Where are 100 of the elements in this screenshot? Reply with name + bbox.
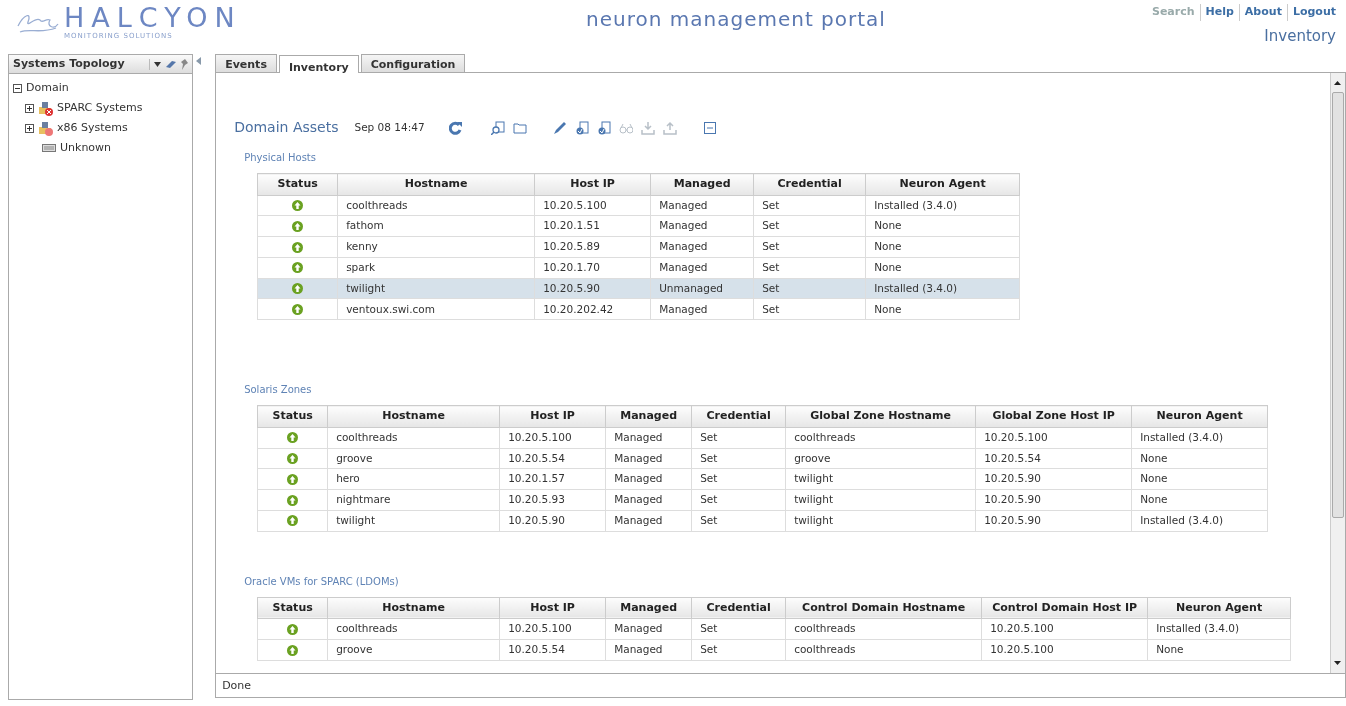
tree-item[interactable]: Unknown bbox=[60, 139, 112, 157]
tree-item[interactable]: SPARC Systems bbox=[57, 99, 143, 117]
table-cell: 10.20.5.90 bbox=[975, 510, 1132, 532]
pencil-icon[interactable] bbox=[552, 120, 567, 135]
table-cell: Set bbox=[753, 215, 866, 237]
table-cell: 10.20.5.54 bbox=[499, 448, 606, 469]
scroll-thumb[interactable] bbox=[1332, 92, 1344, 518]
column-header[interactable]: Hostname bbox=[327, 597, 500, 619]
table-cell: ventoux.swi.com bbox=[337, 299, 535, 320]
column-header[interactable]: Status bbox=[257, 173, 338, 195]
column-header[interactable]: Neuron Agent bbox=[1131, 405, 1268, 428]
document-check-icon[interactable] bbox=[574, 120, 589, 135]
page-name: Inventory bbox=[1263, 25, 1336, 47]
table-cell: None bbox=[1147, 639, 1291, 661]
column-header[interactable]: Managed bbox=[605, 597, 692, 619]
section-title: Oracle VMs for SPARC (LDOMs) bbox=[244, 574, 400, 589]
column-header[interactable]: Credential bbox=[691, 597, 786, 619]
table-cell: fathom bbox=[337, 215, 535, 237]
table-cell: coolthreads bbox=[327, 618, 500, 640]
expand-toggle-icon[interactable] bbox=[25, 103, 34, 113]
column-header[interactable]: Managed bbox=[650, 173, 754, 195]
table-cell: Set bbox=[753, 195, 866, 216]
collapse-toggle-icon[interactable] bbox=[13, 83, 22, 93]
tab[interactable]: Events bbox=[215, 54, 277, 72]
scrollbar[interactable] bbox=[1330, 73, 1345, 673]
section-heading: Domain Assets bbox=[234, 118, 339, 137]
table-cell: groove bbox=[327, 639, 500, 661]
table-cell: 10.20.5.100 bbox=[499, 618, 606, 640]
header-link[interactable]: Logout bbox=[1286, 4, 1336, 21]
column-header[interactable]: Control Domain Hostname bbox=[785, 597, 982, 619]
tree-item[interactable]: x86 Systems bbox=[57, 119, 128, 137]
tab[interactable]: Inventory bbox=[278, 55, 359, 73]
column-header[interactable]: Control Domain Host IP bbox=[981, 597, 1148, 619]
table-cell: 10.20.1.57 bbox=[499, 468, 606, 490]
table-cell: None bbox=[1131, 468, 1268, 490]
table-cell: Managed bbox=[650, 215, 754, 237]
column-header[interactable]: Host IP bbox=[499, 597, 606, 619]
column-header[interactable]: Credential bbox=[753, 173, 866, 195]
table-cell: coolthreads bbox=[327, 427, 500, 449]
table-cell: Managed bbox=[605, 468, 692, 490]
table-cell: None bbox=[865, 257, 1020, 279]
table-cell: Managed bbox=[605, 427, 692, 449]
document-check-icon[interactable] bbox=[596, 120, 611, 135]
table-cell: coolthreads bbox=[337, 195, 535, 216]
table-cell: 10.20.5.90 bbox=[975, 489, 1132, 511]
column-header[interactable]: Host IP bbox=[499, 405, 606, 428]
table-cell: coolthreads bbox=[785, 618, 982, 640]
table-cell: twilight bbox=[327, 510, 500, 532]
table-cell: Managed bbox=[650, 236, 754, 258]
column-header[interactable]: Hostname bbox=[327, 405, 500, 428]
timestamp: Sep 08 14:47 bbox=[354, 119, 425, 135]
table-cell: spark bbox=[337, 257, 535, 279]
table-cell: 10.20.5.100 bbox=[499, 427, 606, 449]
column-header[interactable]: Global Zone Host IP bbox=[975, 405, 1132, 428]
table-cell: 10.20.5.100 bbox=[981, 639, 1148, 661]
table-cell: hero bbox=[327, 468, 500, 490]
collapse-arrow-icon[interactable] bbox=[196, 57, 202, 65]
caret-icon[interactable] bbox=[154, 61, 162, 67]
refresh-icon[interactable] bbox=[448, 120, 463, 135]
table-cell: 10.20.5.90 bbox=[499, 510, 606, 532]
table-cell: groove bbox=[327, 448, 500, 469]
table-cell: Installed (3.4.0) bbox=[1147, 618, 1291, 640]
table-cell: 10.20.1.70 bbox=[534, 257, 651, 279]
column-header[interactable]: Neuron Agent bbox=[865, 173, 1020, 195]
table-cell: 10.20.5.54 bbox=[975, 448, 1132, 469]
section-title: Solaris Zones bbox=[244, 383, 313, 398]
table-cell: None bbox=[865, 299, 1020, 320]
table-cell: Managed bbox=[650, 257, 754, 279]
column-header[interactable]: Credential bbox=[691, 405, 786, 428]
folder-icon[interactable] bbox=[512, 120, 527, 135]
column-header[interactable]: Managed bbox=[605, 405, 692, 428]
header-link[interactable]: Help bbox=[1199, 4, 1234, 21]
table-cell: Set bbox=[691, 510, 786, 532]
header-link[interactable]: About bbox=[1238, 4, 1282, 21]
table-cell: 10.20.5.100 bbox=[975, 427, 1132, 449]
column-header[interactable]: Status bbox=[257, 405, 328, 428]
table-cell: None bbox=[865, 215, 1020, 237]
table-cell: 10.20.5.100 bbox=[534, 195, 651, 216]
document-search-icon[interactable] bbox=[490, 120, 505, 135]
table-cell: kenny bbox=[337, 236, 535, 258]
table-cell: Set bbox=[691, 489, 786, 511]
table-cell: 10.20.5.90 bbox=[975, 468, 1132, 490]
column-header[interactable]: Status bbox=[257, 597, 328, 619]
tab[interactable]: Configuration bbox=[360, 54, 466, 72]
column-header[interactable]: Global Zone Hostname bbox=[785, 405, 976, 428]
pin-icon[interactable] bbox=[181, 58, 189, 70]
table-cell: Set bbox=[691, 468, 786, 490]
table-cell: None bbox=[865, 236, 1020, 258]
collapse-panel-icon[interactable] bbox=[702, 120, 717, 135]
table-cell: Set bbox=[691, 427, 786, 449]
table-cell: twilight bbox=[785, 468, 976, 490]
server-folder-error-icon bbox=[38, 100, 53, 116]
table-cell: Managed bbox=[650, 299, 754, 320]
expand-toggle-icon[interactable] bbox=[25, 123, 34, 133]
column-header[interactable]: Hostname bbox=[337, 173, 535, 195]
eraser-icon[interactable] bbox=[165, 59, 178, 69]
column-header[interactable]: Neuron Agent bbox=[1147, 597, 1291, 619]
tree-item[interactable]: Domain bbox=[26, 79, 69, 97]
column-header[interactable]: Host IP bbox=[534, 173, 651, 195]
server-folder-icon bbox=[38, 120, 53, 136]
